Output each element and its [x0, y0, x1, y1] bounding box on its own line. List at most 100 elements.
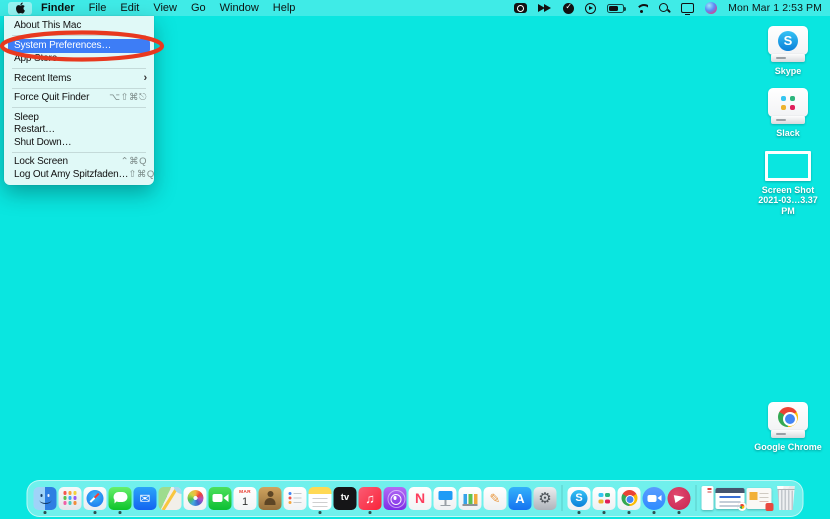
menu-bar-clock[interactable]: Mon Mar 1 2:53 PM	[728, 2, 822, 14]
menu-go[interactable]: Go	[184, 0, 213, 16]
menu-item-recent-items[interactable]: Recent Items›	[4, 72, 154, 85]
window-app-badge-icon	[766, 503, 774, 511]
dock-item-sysprefs[interactable]: ⚙	[534, 487, 557, 510]
dock-item-finder[interactable]	[34, 487, 57, 510]
dock-item-min-doc[interactable]	[702, 486, 714, 510]
running-indicator-dot	[678, 511, 681, 514]
display-icon[interactable]	[681, 3, 694, 13]
dock-item-mail[interactable]: ✉	[134, 487, 157, 510]
dock-item-music[interactable]: ♫	[359, 487, 382, 510]
dock-item-airmail[interactable]	[668, 487, 691, 510]
desktop-icon-slack[interactable]: Slack	[752, 88, 824, 138]
dock-item-photos[interactable]	[184, 487, 207, 510]
menu-separator	[12, 107, 146, 108]
search-icon[interactable]	[659, 3, 670, 14]
dock-item-appletv[interactable]: tv	[334, 487, 357, 510]
minimized-window-icon	[747, 488, 772, 509]
dock-item-reminders[interactable]	[284, 487, 307, 510]
drive-face	[768, 402, 808, 431]
dock-item-messages[interactable]	[109, 487, 132, 510]
menu-finder[interactable]: Finder	[34, 0, 82, 16]
notes-app-icon	[309, 487, 332, 510]
menu-item-label: Sleep	[14, 112, 39, 123]
menu-item-shut-down[interactable]: Shut Down…	[4, 136, 154, 149]
dock-item-zoom[interactable]	[643, 487, 666, 510]
desktop-icon-google-chrome[interactable]: Google Chrome	[752, 402, 824, 452]
menu-separator	[12, 68, 146, 69]
dock-item-news[interactable]: N	[409, 487, 432, 510]
appstore-glyph: A	[515, 492, 524, 505]
menu-help[interactable]: Help	[266, 0, 303, 16]
dock-item-slack[interactable]	[593, 487, 616, 510]
dock-item-pages[interactable]: ✎	[484, 487, 507, 510]
screen-record-icon[interactable]	[514, 3, 527, 13]
menu-item-label: System Preferences…	[14, 40, 111, 51]
music-app-icon: ♫	[359, 487, 382, 510]
dock-item-chrome[interactable]	[618, 487, 641, 510]
music-glyph: ♫	[365, 492, 375, 505]
menu-item-app-store[interactable]: App Store…	[4, 53, 154, 66]
dock-item-contacts[interactable]	[259, 487, 282, 510]
menu-window[interactable]: Window	[213, 0, 266, 16]
check-circle-icon[interactable]	[563, 3, 574, 14]
play-circle-icon[interactable]	[585, 3, 596, 14]
menu-item-force-quit-finder[interactable]: Force Quit Finder⌥⇧⌘⎋	[4, 92, 154, 105]
calendar-day: 1	[242, 496, 248, 508]
menu-bar: FinderFileEditViewGoWindowHelp Mon Mar 1…	[0, 0, 830, 16]
menu-item-about-this-mac[interactable]: About This Mac	[4, 19, 154, 32]
siri-icon[interactable]	[705, 2, 717, 14]
dock-item-skype[interactable]: S	[568, 487, 591, 510]
running-indicator-dot	[119, 511, 122, 514]
numbers-app-icon	[459, 487, 482, 510]
skype-glyph: S	[575, 493, 582, 504]
menu-item-label: Force Quit Finder	[14, 92, 89, 103]
menu-file[interactable]: File	[82, 0, 114, 16]
menu-separator	[12, 88, 146, 89]
sysprefs-glyph: ⚙	[538, 491, 551, 506]
wifi-icon[interactable]	[635, 3, 648, 13]
dock-item-notes[interactable]	[309, 487, 332, 510]
menu-item-restart[interactable]: Restart…	[4, 124, 154, 137]
menu-view[interactable]: View	[146, 0, 184, 16]
facetime-app-icon	[209, 487, 232, 510]
dock-divider	[562, 485, 563, 511]
reminders-app-icon	[284, 487, 307, 510]
dock-item-min-browser[interactable]	[716, 488, 745, 509]
battery-icon[interactable]	[607, 4, 624, 13]
running-indicator-dot	[319, 511, 322, 514]
menu-item-sleep[interactable]: Sleep	[4, 111, 154, 124]
apple-menu-button[interactable]	[8, 2, 32, 15]
desktop-icon-label: Skype	[775, 66, 802, 76]
desktop-icon-screenshot[interactable]: Screen Shot2021-03…3.37 PM	[752, 151, 824, 216]
fast-forward-icon[interactable]	[538, 4, 552, 13]
dock-item-podcasts[interactable]	[384, 487, 407, 510]
dock-item-appstore[interactable]: A	[509, 487, 532, 510]
calendar-app-icon: MAR1	[234, 487, 257, 510]
dock-item-safari[interactable]	[84, 487, 107, 510]
menu-item-log-out-amy-spitzfaden[interactable]: Log Out Amy Spitzfaden…⇧⌘Q	[4, 168, 154, 181]
menu-item-lock-screen[interactable]: Lock Screen⌃⌘Q	[4, 156, 154, 169]
mail-app-icon: ✉	[134, 487, 157, 510]
menu-item-shortcut: ⇧⌘Q	[128, 169, 154, 180]
dock-item-trash[interactable]	[774, 486, 797, 510]
menu-separator	[12, 35, 146, 36]
menu-edit[interactable]: Edit	[113, 0, 146, 16]
menu-item-label: Log Out Amy Spitzfaden…	[14, 169, 128, 180]
status-icons	[514, 2, 717, 14]
dock-item-maps[interactable]	[159, 487, 182, 510]
dock-item-facetime[interactable]	[209, 487, 232, 510]
menu-item-label: Recent Items	[14, 73, 71, 84]
drive-face	[768, 88, 808, 117]
dock-item-keynote[interactable]	[434, 487, 457, 510]
appletv-app-icon: tv	[334, 487, 357, 510]
dock-item-numbers[interactable]	[459, 487, 482, 510]
dock-item-calendar[interactable]: MAR1	[234, 487, 257, 510]
running-indicator-dot	[628, 511, 631, 514]
dock-item-min-page[interactable]	[747, 488, 772, 509]
menu-separator	[12, 152, 146, 153]
desktop-icon-skype[interactable]: SSkype	[752, 26, 824, 76]
drive-base	[771, 116, 805, 124]
launchpad-app-icon	[59, 487, 82, 510]
dock-item-launchpad[interactable]	[59, 487, 82, 510]
menu-item-system-preferences[interactable]: System Preferences…	[8, 39, 150, 53]
